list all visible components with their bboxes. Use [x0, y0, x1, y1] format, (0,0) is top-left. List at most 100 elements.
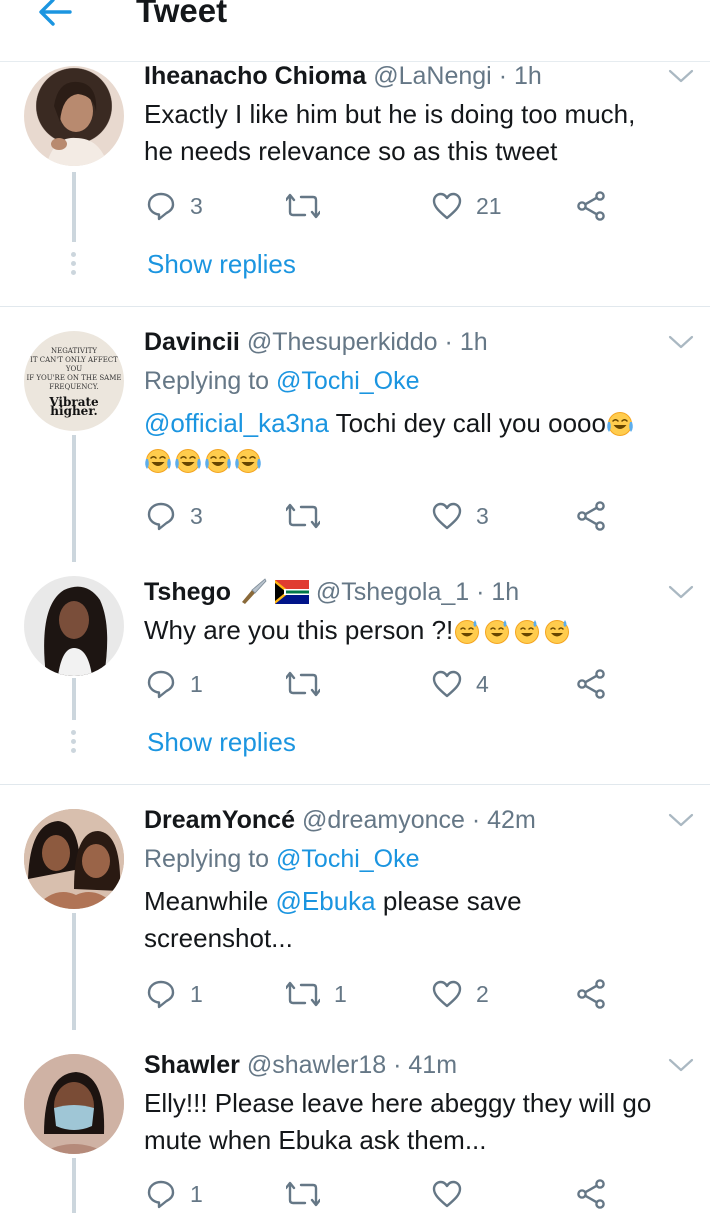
reply-count: 3 — [190, 502, 203, 529]
like-button[interactable]: 4 — [432, 666, 489, 702]
like-button[interactable]: 3 — [432, 498, 489, 534]
username[interactable]: @Thesuperkiddo — [247, 328, 438, 356]
retweet-button[interactable]: 1 — [286, 976, 347, 1012]
reply-count: 1 — [190, 980, 203, 1007]
username[interactable]: @Tshegola_1 — [316, 578, 469, 606]
separator: · — [444, 328, 453, 356]
mention-link[interactable]: @Tochi_Oke — [276, 367, 420, 395]
avatar[interactable] — [24, 809, 124, 909]
tweet-actions: 1 1 2 — [144, 976, 614, 1012]
reply-count: 1 — [190, 1180, 203, 1207]
avatar[interactable] — [24, 66, 124, 166]
username[interactable]: @dreamyonce — [302, 806, 465, 834]
thread-line — [72, 678, 76, 720]
like-button[interactable]: 2 — [432, 976, 489, 1012]
display-name[interactable]: Tshego — [144, 578, 231, 606]
back-button[interactable] — [36, 0, 76, 32]
avatar[interactable] — [24, 576, 124, 676]
like-count: 4 — [476, 670, 489, 697]
chevron-down-icon[interactable] — [668, 1057, 694, 1073]
retweet-button[interactable] — [286, 498, 334, 534]
share-button[interactable] — [576, 498, 606, 534]
grinning-face-with-sweat-emoji — [453, 618, 481, 644]
show-replies-link[interactable]: Show replies — [147, 727, 296, 758]
retweet-button[interactable] — [286, 1176, 334, 1212]
replying-to: Replying to @Tochi_Oke — [144, 845, 420, 873]
chevron-down-icon[interactable] — [668, 334, 694, 350]
reply-button[interactable]: 3 — [146, 188, 203, 224]
like-count: 3 — [476, 502, 489, 529]
like-button[interactable]: 21 — [432, 188, 502, 224]
mention-link[interactable]: @Ebuka — [276, 886, 376, 916]
tweet-reply[interactable]: Tshego @Tshegola_1 · 1h Why are you this… — [0, 562, 710, 784]
retweet-button[interactable] — [286, 666, 334, 702]
timestamp[interactable]: 1h — [514, 62, 542, 90]
heart-icon — [432, 980, 462, 1008]
share-button[interactable] — [576, 1176, 606, 1212]
like-count: 21 — [476, 192, 502, 219]
heart-icon — [432, 502, 462, 530]
separator: · — [476, 578, 485, 606]
heart-icon — [432, 1180, 462, 1208]
grinning-face-with-sweat-emoji — [483, 618, 511, 644]
reply-icon — [146, 191, 176, 221]
username[interactable]: @shawler18 — [247, 1051, 386, 1079]
tweet-header: DreamYoncé @dreamyonce · 42m — [144, 806, 536, 835]
retweet-count: 1 — [334, 980, 347, 1007]
tweet-actions: 3 21 — [144, 188, 614, 224]
display-name[interactable]: Shawler — [144, 1051, 240, 1079]
tweet-text: Why are you this person ?! — [144, 612, 689, 649]
timestamp[interactable]: 1h — [460, 328, 488, 356]
heart-icon — [432, 670, 462, 698]
face-with-tears-of-joy-emoji — [204, 448, 232, 474]
chevron-down-icon[interactable] — [668, 584, 694, 600]
mention-link[interactable]: @Tochi_Oke — [276, 845, 420, 873]
timestamp[interactable]: 42m — [487, 806, 536, 834]
grinning-face-with-sweat-emoji — [513, 618, 541, 644]
replying-to: Replying to @Tochi_Oke — [144, 367, 420, 395]
show-replies-link[interactable]: Show replies — [147, 249, 296, 280]
retweet-icon — [286, 670, 320, 698]
share-button[interactable] — [576, 666, 606, 702]
reply-icon — [146, 669, 176, 699]
thread-line — [72, 172, 76, 242]
display-name[interactable]: Davincii — [144, 328, 240, 356]
avatar[interactable]: NEGATIVITY IT CAN'T ONLY AFFECT YOU IF Y… — [24, 331, 124, 431]
mention-link[interactable]: @official_ka3na — [144, 408, 329, 438]
tweet-reply[interactable]: NEGATIVITY IT CAN'T ONLY AFFECT YOU IF Y… — [0, 307, 710, 562]
like-button[interactable] — [432, 1176, 476, 1212]
reply-button[interactable]: 1 — [146, 976, 203, 1012]
display-name[interactable]: Iheanacho Chioma — [144, 62, 366, 90]
share-button[interactable] — [576, 188, 606, 224]
share-button[interactable] — [576, 976, 606, 1012]
username[interactable]: @LaNengi — [373, 62, 492, 90]
tweet-reply[interactable]: DreamYoncé @dreamyonce · 42m Replying to… — [0, 785, 710, 1030]
tweet-text-line: mute when Ebuka ask them... — [144, 1125, 487, 1155]
reply-button[interactable]: 1 — [146, 1176, 203, 1212]
grinning-face-with-sweat-emoji — [543, 618, 571, 644]
reply-button[interactable]: 3 — [146, 498, 203, 534]
south-africa-flag-emoji — [274, 580, 309, 604]
display-name[interactable]: DreamYoncé — [144, 806, 295, 834]
page-title: Tweet — [136, 0, 228, 29]
tweet-actions: 1 — [144, 1176, 614, 1212]
retweet-button[interactable] — [286, 188, 334, 224]
tweet-text: Exactly I like him but he is doing too m… — [144, 96, 689, 170]
retweet-icon — [286, 980, 320, 1008]
tweet-header: Shawler @shawler18 · 41m — [144, 1051, 457, 1080]
timestamp[interactable]: 41m — [408, 1051, 457, 1079]
separator: · — [471, 806, 481, 834]
timestamp[interactable]: 1h — [491, 578, 519, 606]
retweet-icon — [286, 502, 320, 530]
avatar-quote: NEGATIVITY IT CAN'T ONLY AFFECT YOU IF Y… — [26, 347, 122, 418]
chevron-down-icon[interactable] — [668, 68, 694, 84]
like-count: 2 — [476, 980, 489, 1007]
reply-button[interactable]: 1 — [146, 666, 203, 702]
knife-emoji — [242, 578, 267, 604]
tweet-text-line: Elly!!! Please leave here abeggy they wi… — [144, 1088, 652, 1118]
share-icon — [576, 501, 606, 531]
tweet-reply[interactable]: Shawler @shawler18 · 41m Elly!!! Please … — [0, 1030, 710, 1213]
chevron-down-icon[interactable] — [668, 812, 694, 828]
separator: · — [498, 62, 508, 90]
avatar[interactable] — [24, 1054, 124, 1154]
